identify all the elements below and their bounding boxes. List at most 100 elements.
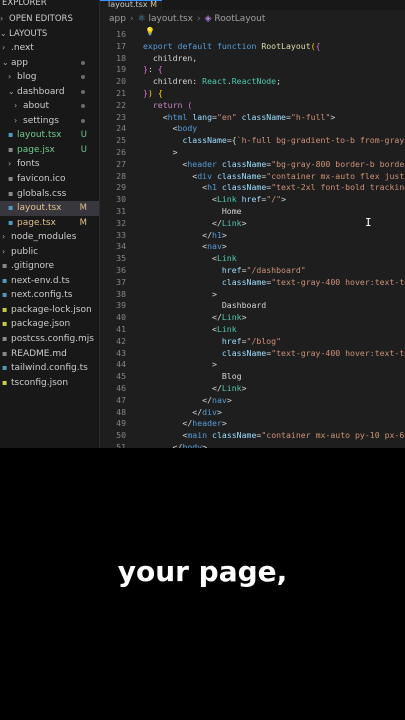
code-token: (: [187, 99, 193, 110]
symbol-icon: ◈: [204, 14, 215, 24]
line-number: 43: [116, 347, 126, 358]
code-line: 45 Blog: [100, 370, 405, 382]
code-line: 42 href="/blog": [100, 335, 405, 347]
code-token: <: [143, 182, 208, 193]
code-line: 28 <div className="container mx-auto fle…: [100, 170, 405, 182]
file-icon: ▪: [2, 348, 8, 358]
tree-item[interactable]: › settings: [0, 114, 99, 129]
code-token: children,: [143, 52, 198, 63]
code-line: 36 href="/dashboard": [100, 264, 405, 276]
code-token: nav: [212, 394, 227, 405]
line-number: 34: [116, 241, 126, 252]
chevron-down-icon: ⌄: [8, 86, 15, 96]
code-token: ={: [226, 135, 237, 146]
breadcrumb-folder[interactable]: app: [109, 14, 126, 24]
tree-item[interactable]: ⌄ dashboard: [0, 85, 99, 100]
line-number: 44: [116, 359, 126, 370]
tree-item[interactable]: ▪ layout.tsx M: [0, 201, 99, 216]
tree-item-label: dashboard: [17, 86, 65, 97]
tree-item[interactable]: ▪ package.json: [0, 317, 99, 332]
file-icon: ▪: [2, 319, 8, 329]
tree-item[interactable]: ▪ .gitignore: [0, 259, 99, 274]
open-editors-header[interactable]: › OPEN EDITORS: [0, 12, 99, 26]
tree-item-label: .gitignore: [11, 261, 55, 272]
tree-item[interactable]: › blog: [0, 70, 99, 85]
tree-item[interactable]: ▪ tsconfig.json: [0, 376, 99, 391]
code-token: "text-gray-400 hover:text-te: [271, 347, 405, 358]
line-number: 37: [116, 276, 126, 287]
tree-item[interactable]: ▪ page.tsx M: [0, 216, 99, 231]
code-line: 51 </body>: [100, 441, 405, 448]
code-token: className: [221, 276, 267, 287]
tree-item[interactable]: › public: [0, 245, 99, 260]
chevron-right-icon: ›: [14, 115, 18, 125]
code-token: "h-full": [290, 111, 331, 122]
code-line: 39 Dashboard: [100, 299, 405, 311]
tree-item-label: layout.tsx: [17, 130, 62, 141]
tree-item[interactable]: ⌄ app: [0, 56, 99, 71]
tree-item-label: tailwind.config.ts: [11, 363, 88, 374]
code-token: export: [143, 40, 178, 51]
code-token: >: [281, 194, 286, 205]
tree-item-label: about: [23, 101, 49, 112]
code-text: >: [143, 288, 217, 300]
code-token: RootLayout: [261, 40, 311, 51]
code-line: 20 children: React.ReactNode;: [100, 75, 405, 87]
tree-item[interactable]: ▪ globals.css: [0, 187, 99, 202]
file-icon: ▪: [8, 188, 14, 198]
tab-layout-tsx[interactable]: layout.tsx M: [100, 0, 162, 10]
tree-item[interactable]: › .next: [0, 41, 99, 56]
line-number: 45: [116, 371, 126, 382]
code-token: className: [212, 430, 257, 441]
code-token: >: [226, 394, 232, 405]
git-status-badge: M: [79, 217, 87, 228]
workspace-header[interactable]: ⌄ LAYOUTS: [0, 27, 99, 41]
tree-item-label: layout.tsx: [17, 203, 62, 214]
code-token: <: [143, 158, 188, 169]
line-number: 27: [116, 158, 126, 169]
code-text: className="text-gray-400 hover:text-te: [143, 347, 405, 359]
tree-item[interactable]: ▪ next-env.d.ts: [0, 274, 99, 289]
line-number: 33: [116, 229, 126, 240]
tree-item[interactable]: ▪ page.jsx U: [0, 143, 99, 158]
chevron-right-icon: ›: [8, 72, 12, 82]
code-token: Home: [143, 206, 242, 216]
code-token: {: [157, 88, 163, 98]
code-line: 18 children,: [100, 52, 405, 64]
tree-item[interactable]: ▪ package-lock.json: [0, 303, 99, 318]
code-line: 17 export default function RootLayout({: [100, 40, 405, 52]
tree-item[interactable]: ▪ favicon.ico: [0, 172, 99, 187]
line-number: 32: [116, 217, 126, 228]
tree-item[interactable]: ▪ layout.tsx U: [0, 128, 99, 143]
code-line: 46 </Link>: [100, 382, 405, 394]
tree-item[interactable]: › about: [0, 99, 99, 114]
code-token: </: [143, 383, 222, 393]
tree-item[interactable]: ▪ README.md: [0, 347, 99, 362]
tree-item[interactable]: ▪ postcss.config.mjs: [0, 332, 99, 347]
tree-item[interactable]: › node_modules: [0, 230, 99, 245]
code-line: 23 <html lang="en" className="h-full">: [100, 111, 405, 123]
tree-item-label: node_modules: [11, 232, 77, 243]
code-line: 19}: {: [100, 63, 405, 75]
code-token: Blog: [143, 371, 242, 382]
code-token: Link: [216, 253, 237, 264]
tree-item-label: postcss.config.mjs: [11, 334, 94, 344]
tree-item[interactable]: ▪ next.config.ts: [0, 288, 99, 303]
tree-item[interactable]: › fonts: [0, 157, 99, 172]
file-icon: ▪: [2, 261, 8, 271]
file-icon: ▪: [8, 217, 14, 227]
chevron-right-icon: ›: [197, 14, 201, 24]
breadcrumb-file[interactable]: layout.tsx: [149, 14, 194, 24]
breadcrumb-symbol[interactable]: RootLayout: [214, 14, 265, 24]
code-line: 25 className={`h-full bg-gradient-to-b f…: [100, 134, 405, 146]
code-token: <: [143, 111, 168, 122]
code-token: h1: [207, 182, 222, 193]
code-line: 35 <Link: [100, 252, 405, 264]
tree-item-label: public: [11, 246, 39, 257]
code-token: </: [143, 229, 213, 240]
tree-item[interactable]: ▪ tailwind.config.ts: [0, 361, 99, 376]
code-token: html: [167, 111, 193, 122]
code-text: <h1 className="text-2xl font-bold tracki…: [143, 181, 405, 193]
breadcrumb: app › ⚛ layout.tsx › ◈ RootLayout: [100, 12, 405, 26]
